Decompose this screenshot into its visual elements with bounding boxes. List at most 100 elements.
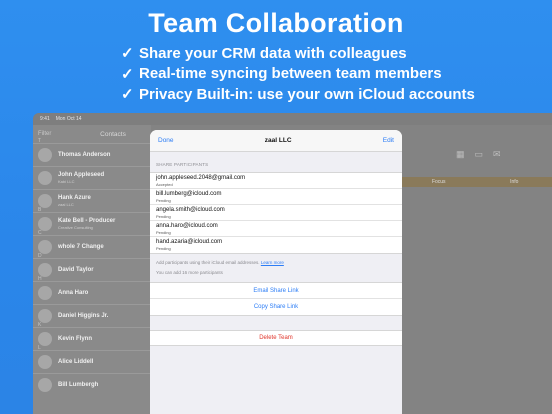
mail-icon[interactable]: ✉ <box>493 149 501 160</box>
participants-footer: Add participants using their iCloud emai… <box>150 254 402 269</box>
contact-text: John Appleseed Kabi LLC <box>58 172 104 184</box>
participant-status: Accepted <box>156 181 173 187</box>
tab-focus[interactable]: Focus <box>401 179 477 185</box>
contact-text: David Taylor <box>58 267 94 273</box>
participants-count: You can add 16 more participants <box>156 270 223 275</box>
section-letter: K <box>38 322 42 328</box>
contact-name: Bill Lumbergh <box>58 382 99 388</box>
avatar <box>38 263 52 277</box>
contact-row[interactable]: L Alice Liddell <box>33 345 151 373</box>
done-button[interactable]: Done <box>158 137 174 144</box>
contact-row[interactable]: Cwhole 7 Change <box>33 230 151 258</box>
contact-name: Anna Haro <box>58 290 89 296</box>
contact-list: T Thomas Anderson John Appleseed Kabi LLC Ha… <box>33 138 151 396</box>
contact-row[interactable]: Daniel Higgins Jr. <box>33 304 151 327</box>
contact-text: Daniel Higgins Jr. <box>58 313 108 319</box>
contact-name: John Appleseed <box>58 172 105 178</box>
feature-item: ✓ Real-time syncing between team members <box>121 64 475 84</box>
contact-name: Hank Azure <box>58 195 91 201</box>
contact-text: Kevin Flynn <box>58 336 92 342</box>
contact-text: Hank Azure zaal LLC <box>58 195 91 207</box>
contact-text: whole 7 Change <box>58 244 104 250</box>
email-share-link-button[interactable]: Email Share Link <box>150 283 402 299</box>
status-bar: 9:41 Mon Oct 14 <box>33 113 552 125</box>
chat-icon[interactable]: ▭ <box>475 149 484 160</box>
participant-list: john.appleseed.2048@gmail.com Accepted bi… <box>150 172 402 254</box>
feature-list: ✓ Share your CRM data with colleagues ✓ Re… <box>121 43 475 105</box>
contact-text: Thomas Anderson <box>58 152 110 158</box>
contact-subtitle: zaal LLC <box>58 202 74 207</box>
contact-name: Thomas Anderson <box>58 152 111 158</box>
contact-row[interactable]: H Anna Haro <box>33 276 151 304</box>
participant-row[interactable]: hand.azaria@icloud.com Pending <box>150 237 402 253</box>
participant-email: john.appleseed.2048@gmail.com <box>156 174 246 181</box>
section-letter: B <box>38 207 42 213</box>
sidebar-header: Filter Contacts <box>33 125 151 143</box>
avatar <box>38 309 52 323</box>
contact-name: David Taylor <box>58 267 94 273</box>
tab-info[interactable]: Info <box>477 179 552 185</box>
contact-row[interactable]: T Thomas Anderson <box>33 138 151 166</box>
participant-email: hand.azaria@icloud.com <box>156 239 223 245</box>
detail-tabs: Focus Info <box>401 177 552 187</box>
edit-button[interactable]: Edit <box>383 137 394 144</box>
section-letter: L <box>38 345 41 351</box>
participant-row[interactable]: john.appleseed.2048@gmail.com Accepted <box>150 173 402 189</box>
participant-status: Pending <box>156 246 171 251</box>
contact-row[interactable]: B Kate Bell - Producer Creative Consulting <box>33 207 151 235</box>
contact-row[interactable]: Bill Lumbergh <box>33 373 151 396</box>
copy-share-link-button[interactable]: Copy Share Link <box>150 299 402 315</box>
avatar <box>38 194 52 208</box>
contact-name: Alice Liddell <box>58 359 94 365</box>
headline: Team Collaboration <box>148 8 404 38</box>
contact-row[interactable]: Hank Azure zaal LLC <box>33 189 151 212</box>
participant-status: Pending <box>156 213 171 219</box>
section-label: SHARE PARTICIPANTS <box>156 162 209 167</box>
section-letter: T <box>38 138 42 144</box>
participant-status: Pending <box>156 229 171 235</box>
contacts-sidebar: Filter Contacts T Thomas Anderson John App… <box>33 125 151 414</box>
feature-text: Real-time syncing between team members <box>139 65 442 82</box>
footer-text: Add participants using their iCloud emai… <box>156 260 260 265</box>
feature-item: ✓ Privacy Built-in: use your own iCloud a… <box>121 84 475 104</box>
contact-text: Anna Haro <box>58 290 88 296</box>
contact-text: Alice Liddell <box>58 359 93 365</box>
participant-row[interactable]: angela.smith@icloud.com Pending <box>150 205 402 221</box>
contact-name: whole 7 Change <box>58 244 104 250</box>
participant-row[interactable]: anna.haro@icloud.com Pending <box>150 221 402 237</box>
feature-item: ✓ Share your CRM data with colleagues <box>121 43 475 63</box>
contact-subtitle: Kabi LLC <box>58 179 75 184</box>
check-icon: ✓ <box>121 45 134 62</box>
contact-row[interactable]: K Kevin Flynn <box>33 322 151 350</box>
section-letter: H <box>38 276 42 282</box>
contact-name: Kate Bell - Producer <box>58 218 116 224</box>
learn-more-link[interactable]: Learn more <box>261 260 284 265</box>
feature-text: Privacy Built-in: use your own iCloud ac… <box>139 85 475 103</box>
share-team-modal: Done zaal LLC Edit SHARE PARTICIPANTS jo… <box>150 130 402 414</box>
contact-row[interactable]: D David Taylor <box>33 253 151 281</box>
modal-nav-bar: Done zaal LLC Edit <box>150 130 402 152</box>
participant-email: angela.smith@icloud.com <box>156 206 225 213</box>
avatar <box>38 378 52 392</box>
participant-email: bill.lumberg@icloud.com <box>156 190 222 197</box>
status-time: 9:41 <box>40 116 50 122</box>
section-letter: C <box>38 230 42 236</box>
check-icon: ✓ <box>121 65 134 83</box>
section-letter: D <box>38 253 42 259</box>
share-actions: Email Share Link Copy Share Link <box>150 282 402 316</box>
contact-row[interactable]: John Appleseed Kabi LLC <box>33 166 151 189</box>
participant-row[interactable]: bill.lumberg@icloud.com Pending <box>150 189 402 205</box>
avatar <box>38 355 52 369</box>
delete-team-button[interactable]: Delete Team <box>150 330 402 346</box>
avatar <box>38 217 52 231</box>
contact-subtitle: Creative Consulting <box>58 225 93 230</box>
avatar <box>38 240 52 254</box>
status-date: Mon Oct 14 <box>55 116 82 122</box>
calendar-icon[interactable]: ▦ <box>456 149 465 160</box>
participant-email: anna.haro@icloud.com <box>156 222 218 229</box>
avatar <box>38 286 52 300</box>
contact-text: Bill Lumbergh <box>58 382 98 388</box>
contact-text: Kate Bell - Producer Creative Consulting <box>58 218 115 230</box>
toolbar-icons: ▦ ▭ ✉ <box>456 149 501 160</box>
avatar <box>38 171 52 185</box>
